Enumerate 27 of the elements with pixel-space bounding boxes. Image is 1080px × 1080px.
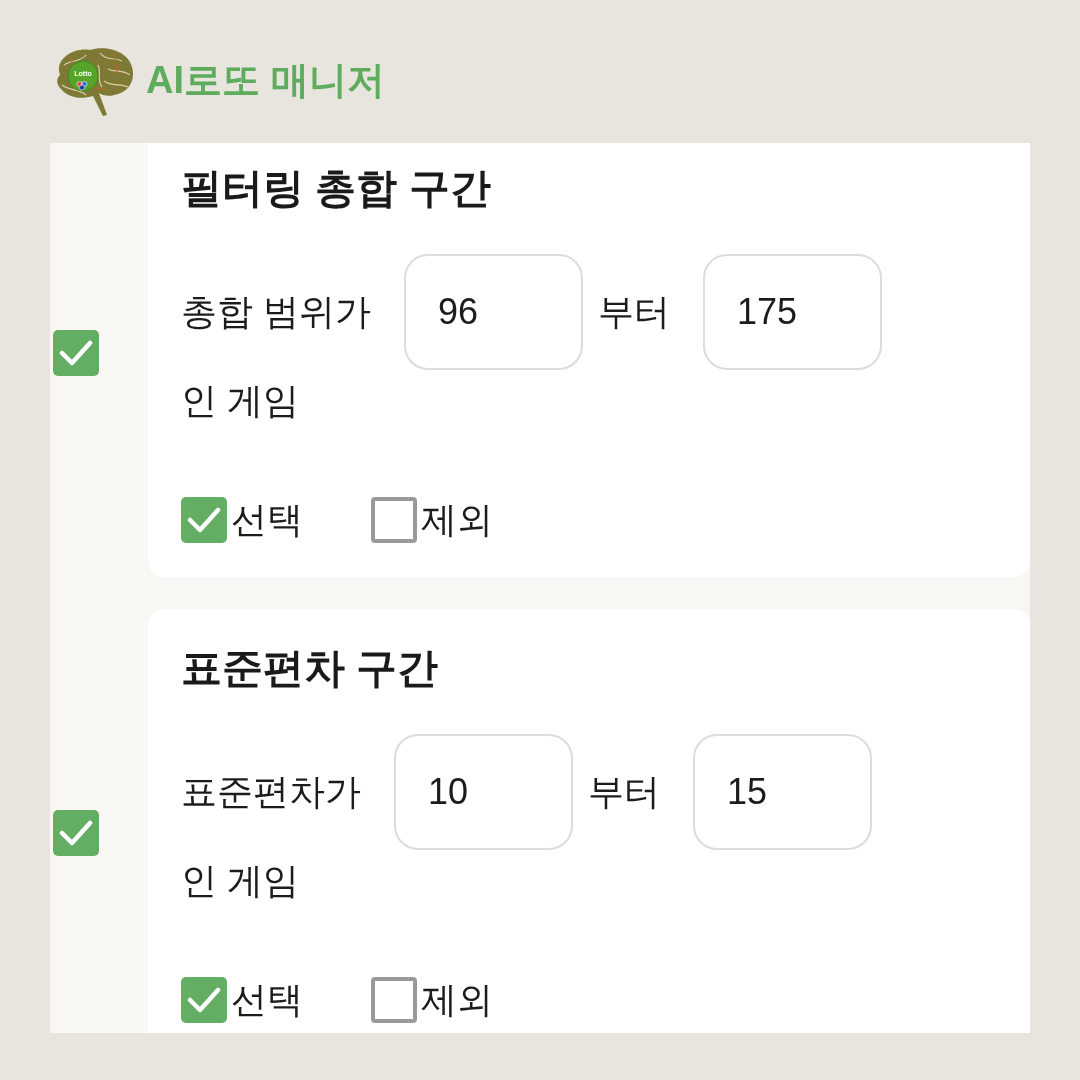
checkmark-icon [59, 820, 93, 846]
option-label[interactable]: 제외 [421, 497, 493, 543]
input-field[interactable]: 175 [703, 254, 882, 370]
range-suffix-text: 인 게임 [181, 379, 300, 423]
input-field[interactable]: 15 [693, 734, 872, 850]
input-field[interactable]: 10 [394, 734, 573, 850]
range-label: 표준편차가 [181, 770, 361, 814]
checkbox[interactable] [371, 977, 417, 1023]
checkmark-icon [59, 340, 93, 366]
checkbox[interactable] [53, 810, 99, 856]
checkbox[interactable] [181, 497, 227, 543]
checkmark-icon [187, 507, 221, 533]
checkmark-icon [187, 987, 221, 1013]
option-label[interactable]: 선택 [231, 977, 303, 1023]
range-connector-text: 부터 [588, 770, 660, 814]
section-title: 표준편차 구간 [181, 644, 440, 693]
section-title: 필터링 총합 구간 [181, 164, 492, 213]
checkbox[interactable] [371, 497, 417, 543]
checkbox[interactable] [181, 977, 227, 1023]
range-label: 총합 범위가 [181, 290, 371, 334]
input-field[interactable]: 96 [404, 254, 583, 370]
range-suffix-text: 인 게임 [181, 859, 300, 903]
option-label[interactable]: 선택 [231, 497, 303, 543]
range-connector-text: 부터 [598, 290, 670, 334]
option-label[interactable]: 제외 [421, 977, 493, 1023]
checkbox[interactable] [53, 330, 99, 376]
app-title: AI로또 매니저 [146, 60, 385, 102]
